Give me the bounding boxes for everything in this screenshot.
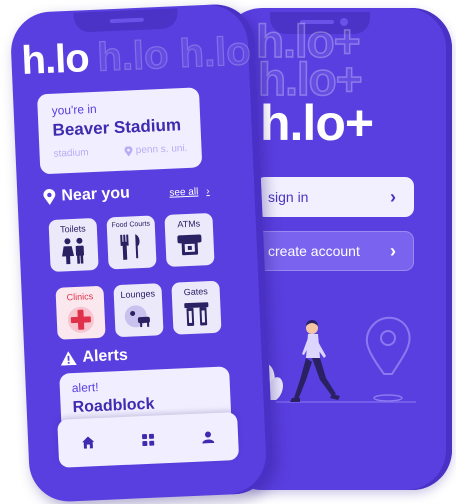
- tile-label: Toilets: [59, 223, 86, 235]
- alert-label: alert!: [71, 380, 99, 396]
- restroom-icon: [62, 237, 85, 265]
- tile-atms[interactable]: ATMs: [164, 212, 215, 267]
- nav-categories[interactable]: [133, 424, 164, 455]
- atm-icon: [177, 234, 202, 256]
- ghost-logo-row: h.lo h.lo h.l: [96, 26, 275, 80]
- near-you-heading: Near you: [43, 184, 130, 206]
- food-icon: [120, 234, 140, 260]
- tile-label: Food Courts: [111, 220, 151, 230]
- phone-notch: [73, 8, 179, 33]
- current-location-card[interactable]: you're in Beaver Stadium stadium penn s.…: [36, 87, 203, 175]
- tile-toilets[interactable]: Toilets: [48, 217, 99, 272]
- app-logo: h.lo+: [260, 95, 374, 151]
- alerts-title: Alerts: [82, 346, 129, 366]
- home-icon: [82, 436, 95, 449]
- nav-profile[interactable]: [192, 422, 223, 453]
- speaker: [109, 17, 144, 24]
- gate-icon: [184, 302, 209, 327]
- tile-gates[interactable]: Gates: [171, 280, 222, 335]
- power-button: [449, 118, 452, 154]
- tile-food-courts[interactable]: Food Courts: [106, 215, 157, 270]
- alerts-heading: Alerts: [60, 347, 128, 368]
- warning-icon: [60, 351, 77, 366]
- chevron-right-icon: ›: [390, 186, 396, 207]
- walking-person-illustration: [254, 316, 416, 403]
- create-account-button[interactable]: create account ›: [256, 231, 414, 271]
- venue-name: Beaver Stadium: [52, 115, 182, 140]
- tile-clinics[interactable]: Clinics: [55, 285, 106, 340]
- chevron-right-icon: ›: [390, 240, 396, 261]
- tile-label: Clinics: [66, 291, 94, 303]
- sign-in-button[interactable]: sign in ›: [256, 177, 414, 217]
- venue-city: penn s. uni.: [135, 142, 188, 157]
- see-all-link[interactable]: see all ›: [169, 186, 210, 199]
- location-pin-icon: [43, 188, 56, 205]
- home-screen-phone: h.lo h.lo h.l h.lo you're in Beaver Stad…: [9, 2, 275, 504]
- app-logo: h.lo: [20, 36, 90, 84]
- bottom-navigation: [57, 412, 240, 468]
- medical-cross-icon: [67, 306, 94, 333]
- location-pin-icon: [124, 145, 133, 156]
- create-account-label: create account: [268, 243, 360, 259]
- near-you-title: Near you: [61, 184, 131, 205]
- tile-label: ATMs: [177, 218, 201, 230]
- tile-label: Gates: [183, 286, 208, 298]
- grid-icon: [141, 433, 155, 447]
- nav-home[interactable]: [73, 427, 104, 458]
- lounge-icon: [124, 305, 150, 328]
- chevron-right-icon: ›: [206, 185, 210, 198]
- profile-icon: [202, 431, 215, 444]
- tile-label: Lounges: [120, 288, 156, 300]
- see-all-label: see all: [169, 186, 199, 199]
- venue-area: stadium: [53, 147, 89, 160]
- tile-lounges[interactable]: Lounges: [113, 283, 164, 338]
- sign-in-label: sign in: [268, 189, 309, 205]
